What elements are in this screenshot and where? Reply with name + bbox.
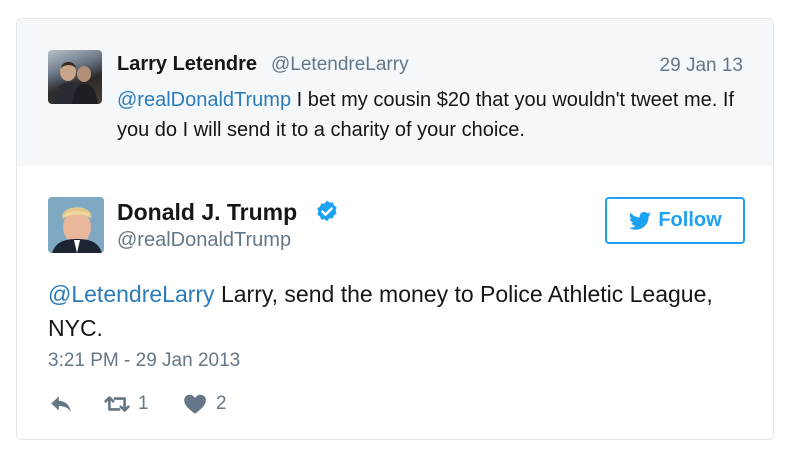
follow-button[interactable]: Follow xyxy=(605,197,745,244)
tweet-timestamp[interactable]: 3:21 PM - 29 Jan 2013 xyxy=(48,350,240,372)
author-name[interactable]: Donald J. Trump xyxy=(117,199,297,226)
tweet-text: @LetendreLarry Larry, send the money to … xyxy=(48,277,728,345)
like-button[interactable]: 2 xyxy=(182,391,227,417)
reply-icon xyxy=(51,396,71,412)
author-handle[interactable]: @realDonaldTrump xyxy=(117,229,291,252)
tweet-actions: 1 2 xyxy=(48,391,348,421)
follow-label: Follow xyxy=(658,209,722,231)
tweet-card: Larry Letendre @LetendreLarry 29 Jan 13 … xyxy=(16,18,774,440)
retweet-count: 1 xyxy=(138,393,149,414)
retweet-icon xyxy=(104,396,130,412)
twitter-bird-icon xyxy=(629,211,652,230)
quoted-user-avatar[interactable] xyxy=(48,50,102,104)
quoted-tweet-date[interactable]: 29 Jan 13 xyxy=(660,55,743,77)
like-count: 2 xyxy=(216,393,227,414)
quoted-mention-link[interactable]: @realDonaldTrump xyxy=(117,89,291,111)
quoted-tweet-text: @realDonaldTrump I bet my cousin $20 tha… xyxy=(117,85,737,145)
verified-icon xyxy=(317,200,337,222)
author-avatar[interactable] xyxy=(48,197,104,253)
mention-link[interactable]: @LetendreLarry xyxy=(48,281,215,307)
reply-button[interactable] xyxy=(48,391,74,417)
quoted-user-name[interactable]: Larry Letendre xyxy=(117,53,257,76)
quoted-tweet[interactable]: Larry Letendre @LetendreLarry 29 Jan 13 … xyxy=(17,19,773,166)
retweet-button[interactable]: 1 xyxy=(104,391,149,417)
heart-icon xyxy=(184,394,206,414)
quoted-user-handle[interactable]: @LetendreLarry xyxy=(271,54,409,76)
